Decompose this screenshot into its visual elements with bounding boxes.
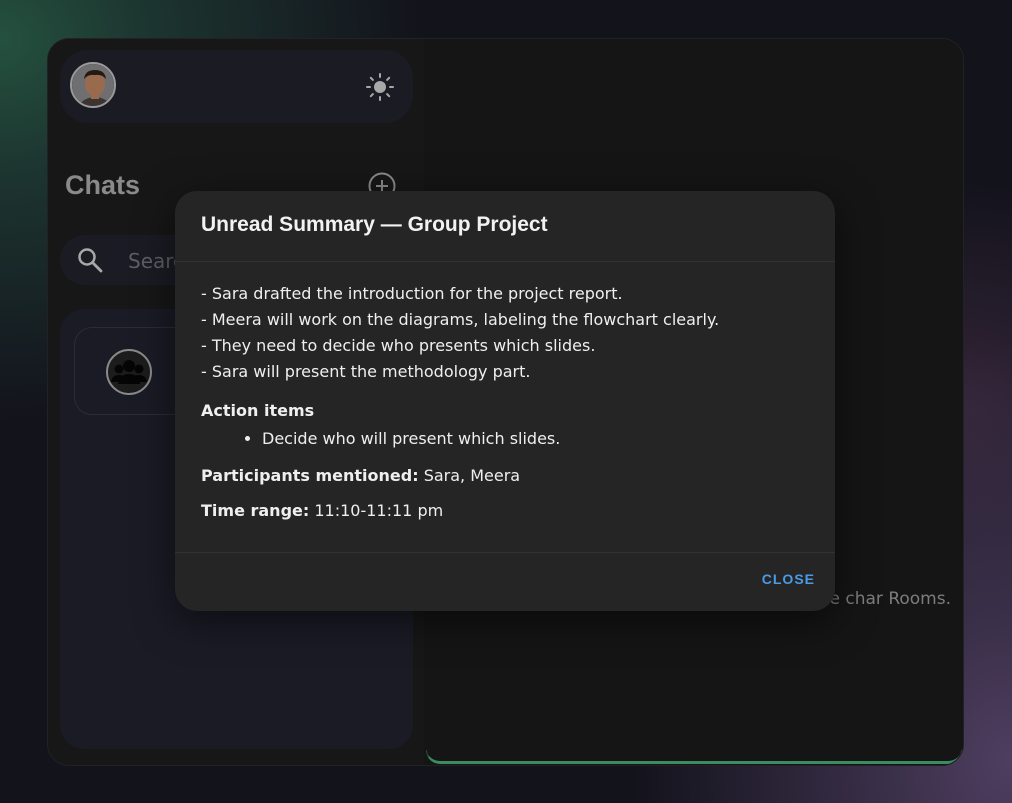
summary-line: - They need to decide who presents which… bbox=[201, 336, 596, 355]
avatar[interactable] bbox=[70, 62, 116, 108]
group-icon bbox=[106, 349, 152, 395]
participants-label: Participants mentioned: bbox=[201, 466, 419, 485]
time-range-label: Time range: bbox=[201, 501, 310, 520]
participants-value: Sara, Meera bbox=[418, 466, 521, 485]
divider bbox=[175, 552, 835, 553]
sun-icon[interactable] bbox=[365, 72, 395, 102]
time-range-value: 11:10-11:11 pm bbox=[309, 501, 444, 520]
main-bottom-border bbox=[426, 750, 962, 764]
action-item: Decide who will present which slides. bbox=[262, 426, 821, 452]
chats-title: Chats bbox=[65, 170, 141, 200]
action-items-list: Decide who will present which slides. bbox=[201, 426, 821, 452]
time-range: Time range: 11:10-11:11 pm bbox=[201, 501, 821, 520]
summary-line: - Sara will present the methodology part… bbox=[201, 362, 531, 381]
profile-bar bbox=[60, 50, 413, 123]
dialog-body: - Sara drafted the introduction for the … bbox=[201, 281, 821, 520]
close-button[interactable]: CLOSE bbox=[762, 571, 815, 587]
dialog-title: Unread Summary — Group Project bbox=[201, 213, 548, 236]
divider bbox=[175, 261, 835, 262]
summary-line: - Sara drafted the introduction for the … bbox=[201, 284, 623, 303]
action-items-heading: Action items bbox=[201, 401, 315, 420]
participants: Participants mentioned: Sara, Meera bbox=[201, 466, 821, 485]
search-icon bbox=[76, 246, 104, 274]
summary-line: - Meera will work on the diagrams, label… bbox=[201, 310, 720, 329]
unread-summary-dialog: Unread Summary — Group Project - Sara dr… bbox=[175, 191, 835, 611]
